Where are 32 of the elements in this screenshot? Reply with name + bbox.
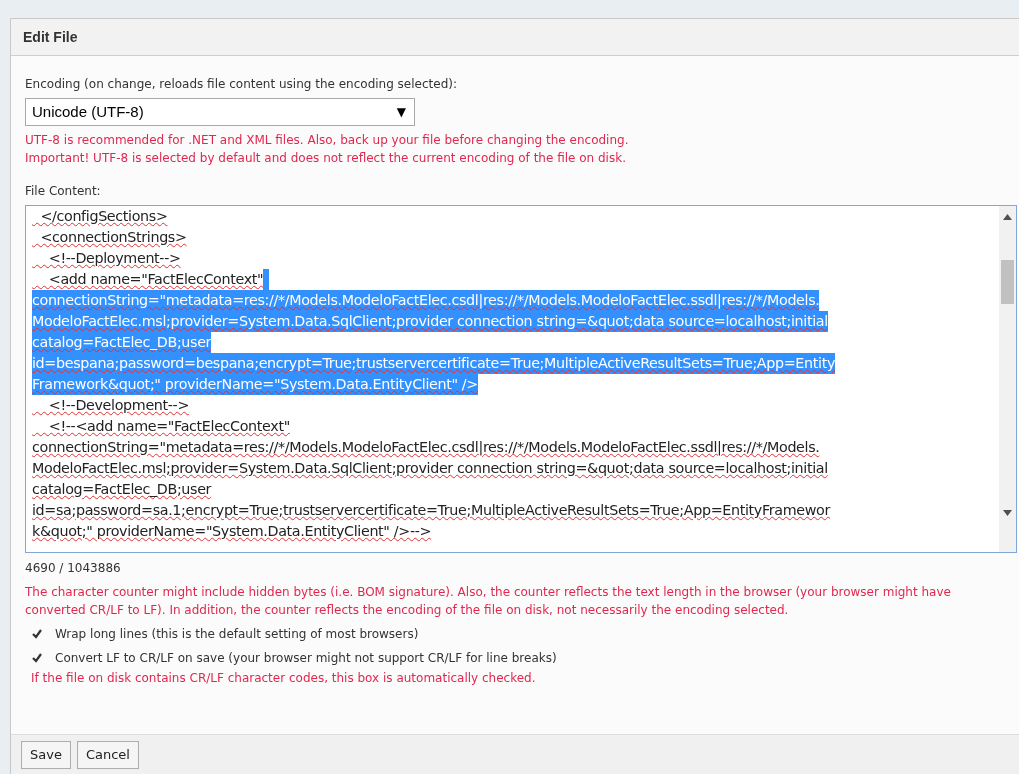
code-line: connectionString="metadata=res://*/Models.ModeloFactElec.csdl|res://*/Models.ModeloFactElec.ssdl|res://*/Models. xyxy=(32,438,820,458)
code-line: k&quot;" providerName="System.Data.EntityClient" />--> xyxy=(32,522,432,541)
code-line: <!--Deployment--> xyxy=(47,249,181,268)
checkbox-label: Convert LF to CR/LF on save (your browser might not support CR/LF for line breaks) xyxy=(55,650,557,667)
encoding-label: Encoding (on change, reloads file content using the encoding selected): xyxy=(25,76,458,93)
code-line: <add name="FactElecContext" xyxy=(47,270,264,289)
dropdown-arrow-icon: ▼ xyxy=(396,103,406,121)
vertical-scrollbar[interactable] xyxy=(999,206,1016,552)
code-line: <!--Development--> xyxy=(47,396,190,415)
checkbox-label: Wrap long lines (this is the default setting of most browsers) xyxy=(55,626,419,643)
code-line: <connectionStrings> xyxy=(39,228,187,247)
crlf-note-text: If the file on disk contains CR/LF character codes, this box is automatically checked. xyxy=(30,670,537,687)
code-line: ModeloFactElec.msl;provider=System.Data.SqlClient;provider connection string=&quot;data source=localhost;initial xyxy=(32,459,828,478)
character-counter: 4690 / 1043886 xyxy=(25,560,122,577)
checkbox[interactable] xyxy=(30,627,43,641)
code-line: <!--<add name="FactElecContext" xyxy=(47,417,290,436)
checkbox[interactable] xyxy=(30,651,43,665)
encoding-warning-text: UTF-8 is recommended for .NET and XML files. Also, back up your file before changing the encoding. xyxy=(25,132,630,149)
code-line: </configSections> xyxy=(39,207,168,226)
save-button[interactable]: Save xyxy=(21,740,71,769)
scroll-down-icon[interactable] xyxy=(1003,510,1012,516)
encoding-dropdown[interactable]: Unicode (UTF-8) ▼ xyxy=(25,98,415,126)
code-line: id=sa;password=sa.1;encrypt=True;trustservercertificate=True;MultipleActiveResultSets=True;App=EntityFramewor xyxy=(32,501,830,520)
dialog-title: Edit File xyxy=(23,27,78,47)
code-line: catalog=FactElec_DB;user xyxy=(32,480,212,499)
file-content-label: File Content: xyxy=(25,183,102,200)
scroll-up-icon[interactable] xyxy=(1003,214,1012,220)
counter-warning-text: The character counter might include hidden bytes (i.e. BOM signature). Also, the counter reflects the text length in the browser (your browser might have converted CR/LF to LF). In addition, the counter reflects the encoding of the file on disk, not necessarily the encoding selected. xyxy=(25,584,952,619)
scrollbar-thumb[interactable] xyxy=(1001,260,1014,304)
encoding-warning-text: Important! UTF-8 is selected by default and does not reflect the current encoding of the file on disk. xyxy=(25,150,627,167)
file-content-editor[interactable] xyxy=(25,205,1017,553)
cancel-button[interactable]: Cancel xyxy=(76,740,139,769)
